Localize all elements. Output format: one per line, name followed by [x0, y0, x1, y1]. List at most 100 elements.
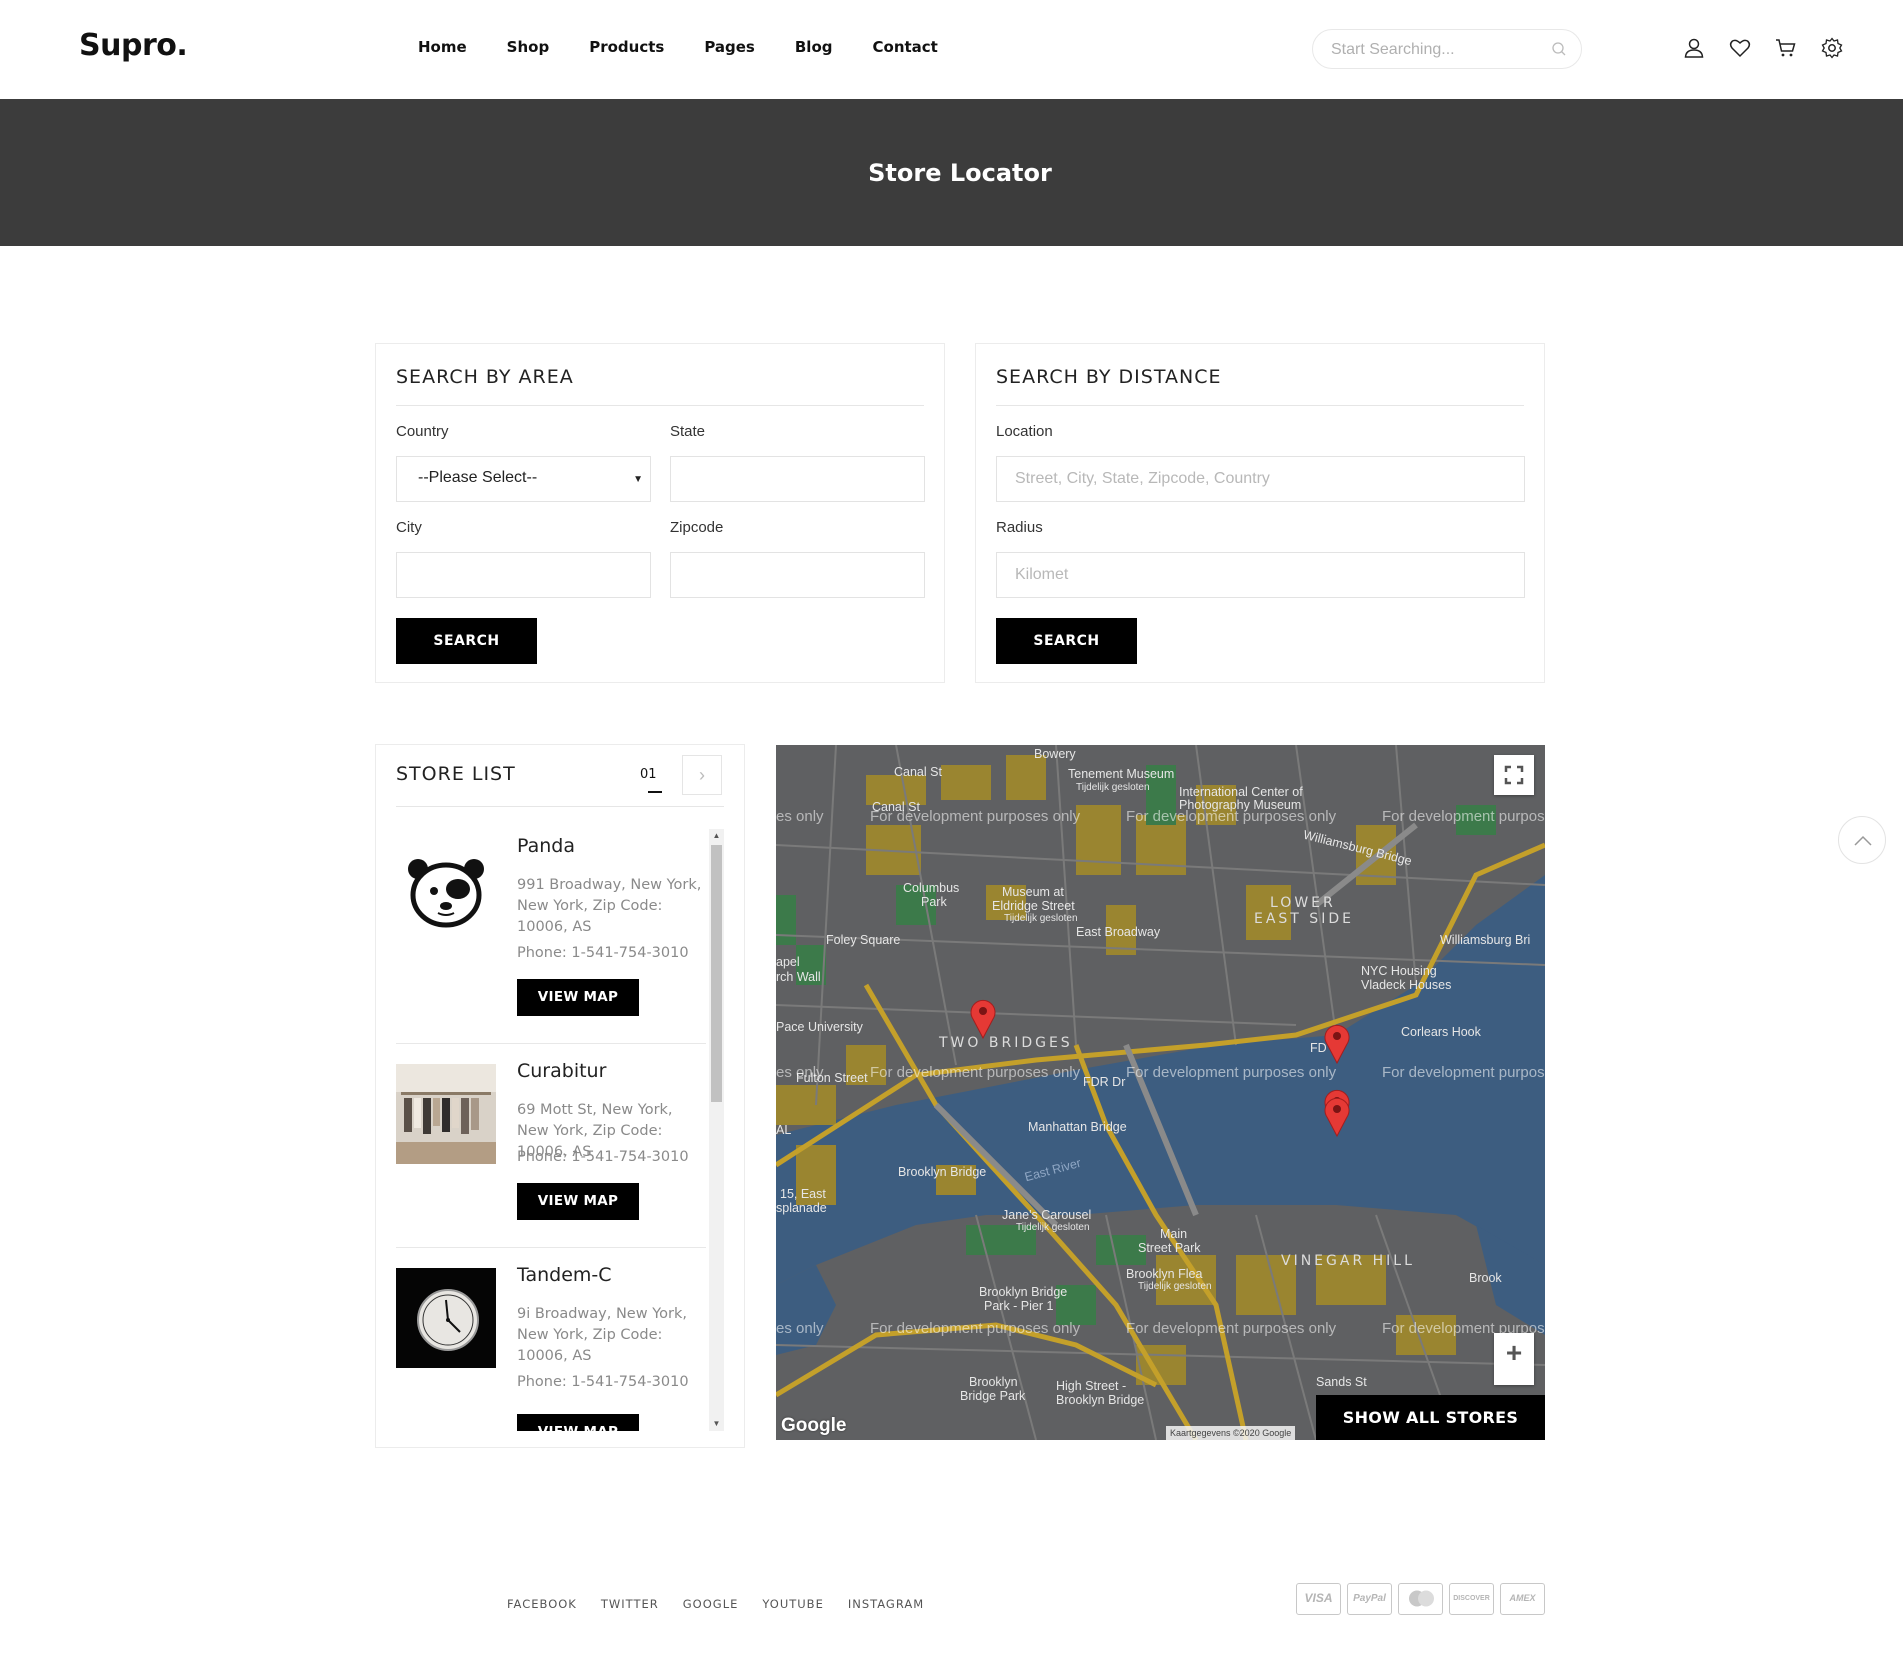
- store-list-panel: STORE LIST 01 › Panda 991 Broadway, New …: [375, 744, 745, 1448]
- user-icon[interactable]: [1682, 36, 1706, 60]
- heart-icon[interactable]: [1728, 36, 1752, 60]
- location-label: Location: [996, 423, 1053, 440]
- map-label: Brooklyn Bridge: [1056, 1393, 1145, 1407]
- page-banner: Store Locator: [0, 99, 1903, 246]
- state-input[interactable]: [671, 457, 924, 501]
- map-label: Brooklyn Flea: [1126, 1267, 1203, 1281]
- radius-field: [996, 552, 1525, 598]
- scrollbar-thumb[interactable]: [711, 845, 722, 1102]
- search-area-button[interactable]: SEARCH: [396, 618, 537, 664]
- footer-link-google[interactable]: GOOGLE: [683, 1597, 739, 1611]
- divider: [396, 1043, 706, 1044]
- map-label: East Broadway: [1076, 925, 1161, 939]
- country-select[interactable]: --Please Select-- ▼: [396, 456, 651, 502]
- store-map[interactable]: Bowery Canal St Canal St Tenement Museum…: [776, 745, 1545, 1440]
- map-pin-icon[interactable]: [1323, 1022, 1351, 1064]
- zipcode-input[interactable]: [671, 553, 924, 597]
- cart-icon[interactable]: [1774, 36, 1798, 60]
- map-label: LOWER: [1270, 895, 1336, 911]
- show-all-stores-button[interactable]: SHOW ALL STORES: [1316, 1395, 1545, 1440]
- gear-icon[interactable]: [1820, 36, 1844, 60]
- divider: [996, 405, 1524, 406]
- map-label: Columbus: [903, 881, 960, 895]
- map-label: Brook: [1469, 1271, 1502, 1285]
- divider: [396, 405, 924, 406]
- site-header: Supro. Home Shop Products Pages Blog Con…: [0, 0, 1903, 98]
- payment-methods: VISA PayPal DISCOVER AMEX: [1296, 1583, 1545, 1615]
- map-label: NYC Housing: [1361, 964, 1437, 978]
- map-label: AL: [776, 1123, 792, 1137]
- store-list-scrollbar[interactable]: ▲ ▼: [709, 829, 724, 1431]
- map-label: Main: [1160, 1227, 1188, 1241]
- divider: [396, 1247, 706, 1248]
- search-distance-button[interactable]: SEARCH: [996, 618, 1137, 664]
- google-logo[interactable]: Google: [781, 1415, 846, 1437]
- store-address: 991 Broadway, New York, New York, Zip Co…: [517, 877, 702, 935]
- map-label: EAST SIDE: [1254, 911, 1354, 927]
- view-map-button[interactable]: VIEW MAP: [517, 1183, 639, 1220]
- map-watermark: es only: [776, 1064, 824, 1081]
- nav-contact[interactable]: Contact: [873, 38, 938, 56]
- radius-input[interactable]: [997, 553, 1524, 597]
- fullscreen-icon: [1504, 765, 1524, 785]
- map-label: Tijdelijk gesloten: [1004, 913, 1078, 924]
- chevron-right-icon: ›: [699, 765, 705, 785]
- nav-shop[interactable]: Shop: [507, 38, 550, 56]
- state-field: [670, 456, 925, 502]
- map-attribution[interactable]: Kaartgegevens ©2020 Google: [1166, 1426, 1296, 1440]
- paypal-icon: PayPal: [1347, 1583, 1392, 1615]
- map-watermark: For development purpos: [1382, 1064, 1545, 1081]
- map-watermark: For development purposes only: [1126, 1320, 1337, 1337]
- map-label: Bowery: [1034, 747, 1076, 761]
- search-by-distance-panel: SEARCH BY DISTANCE Location Radius SEARC…: [975, 343, 1545, 683]
- page-number[interactable]: 01: [640, 767, 657, 782]
- map-label: FDR Dr: [1083, 1075, 1126, 1089]
- store-list-title: STORE LIST: [396, 763, 516, 785]
- footer-link-youtube[interactable]: YOUTUBE: [762, 1597, 823, 1611]
- back-to-top-button[interactable]: [1838, 816, 1886, 864]
- map-pin-icon[interactable]: [1323, 1095, 1351, 1137]
- fullscreen-button[interactable]: [1494, 755, 1534, 795]
- footer-link-instagram[interactable]: INSTAGRAM: [848, 1597, 924, 1611]
- map-pin-icon[interactable]: [969, 997, 997, 1039]
- store-name: Tandem-C: [517, 1264, 612, 1286]
- store-name: Panda: [517, 835, 575, 857]
- scroll-up-icon[interactable]: ▲: [709, 829, 724, 843]
- city-input[interactable]: [397, 553, 650, 597]
- search-input[interactable]: [1331, 39, 1541, 61]
- nav-pages[interactable]: Pages: [704, 38, 755, 56]
- map-label: Jane's Carousel: [1002, 1208, 1092, 1222]
- map-label: rch Wall: [776, 970, 821, 984]
- list-item: Curabitur 69 Mott St, New York, New York…: [396, 1060, 706, 1264]
- location-field: [996, 456, 1525, 502]
- store-phone: Phone: 1-541-754-3010: [517, 945, 689, 961]
- map-label: Corlears Hook: [1401, 1025, 1481, 1039]
- view-map-button[interactable]: VIEW MAP: [517, 1414, 639, 1431]
- map-label: Tijdelijk gesloten: [1076, 782, 1150, 793]
- map-watermark: For development purpos: [1382, 808, 1545, 825]
- search-icon[interactable]: [1551, 41, 1567, 62]
- map-label: High Street -: [1056, 1379, 1127, 1393]
- site-logo[interactable]: Supro.: [79, 28, 188, 63]
- view-map-button[interactable]: VIEW MAP: [517, 979, 639, 1016]
- map-label: VINEGAR HILL: [1281, 1253, 1415, 1269]
- map-label: Tenement Museum: [1068, 767, 1175, 781]
- location-input[interactable]: [997, 457, 1524, 501]
- store-list-scroll[interactable]: Panda 991 Broadway, New York, New York, …: [396, 829, 706, 1431]
- footer-link-twitter[interactable]: TWITTER: [601, 1597, 659, 1611]
- map-label: Brooklyn: [969, 1375, 1018, 1389]
- footer-link-facebook[interactable]: FACEBOOK: [507, 1597, 577, 1611]
- zoom-in-button[interactable]: +: [1494, 1339, 1534, 1367]
- map-watermark: es only: [776, 808, 824, 825]
- nav-home[interactable]: Home: [418, 38, 467, 56]
- nav-products[interactable]: Products: [589, 38, 664, 56]
- zipcode-label: Zipcode: [670, 519, 724, 536]
- map-label: Pace University: [776, 1020, 863, 1034]
- scroll-down-icon[interactable]: ▼: [709, 1417, 724, 1431]
- store-phone: Phone: 1-541-754-3010: [517, 1149, 689, 1165]
- map-label: Brooklyn Bridge: [898, 1165, 987, 1179]
- next-page-button[interactable]: ›: [682, 755, 722, 795]
- nav-blog[interactable]: Blog: [795, 38, 833, 56]
- map-label: Tijdelijk gesloten: [1138, 1281, 1212, 1292]
- caret-down-icon: ▼: [633, 474, 643, 485]
